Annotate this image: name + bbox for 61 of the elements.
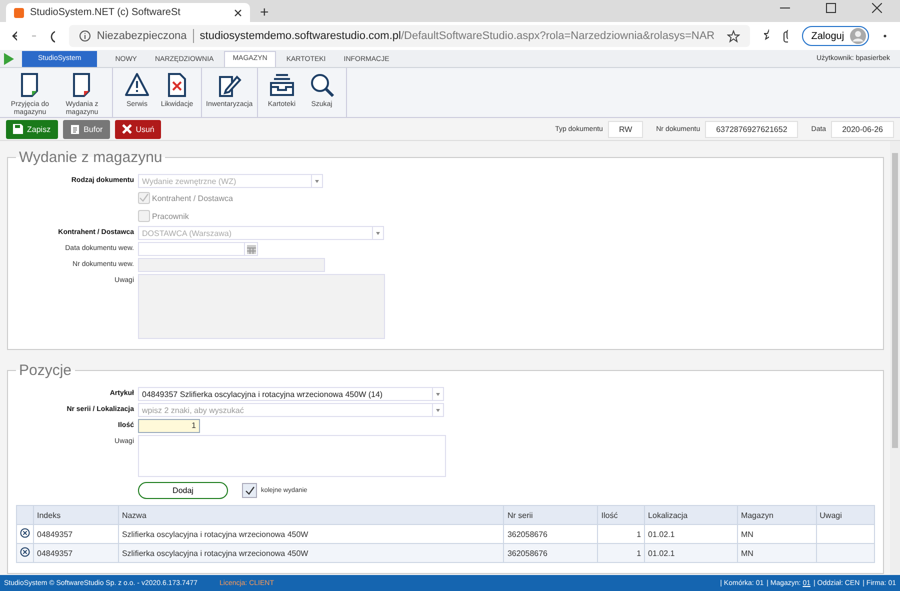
inbox-tray-icon [268, 72, 295, 98]
remove-icon[interactable] [20, 547, 30, 557]
document-info-value: 6372876927621652 [705, 120, 798, 138]
star-icon[interactable] [726, 30, 740, 42]
column-header: Indeks [37, 510, 61, 520]
checkbox[interactable] [242, 483, 257, 498]
save-button[interactable]: Zapisz [6, 120, 58, 138]
table-cell: 04849357 [37, 548, 73, 558]
new-tab-button[interactable]: + [260, 4, 269, 21]
section-title: Wydanie z magazynu [18, 149, 164, 166]
date-field[interactable] [138, 242, 245, 256]
play-icon[interactable] [4, 52, 14, 64]
scrollbar[interactable] [890, 141, 900, 575]
column-header: Nazwa [122, 510, 146, 520]
warning-icon [124, 72, 150, 98]
back-icon[interactable] [12, 30, 17, 42]
column-header: Magazyn [740, 510, 774, 520]
calendar-button[interactable] [245, 242, 258, 256]
quantity-field[interactable]: 1 [138, 419, 200, 433]
column-header: Lokalizacja [648, 510, 688, 520]
security-label: Niezabezpieczona [96, 30, 187, 42]
document-info-value: RW [608, 120, 644, 138]
calendar-icon [246, 244, 256, 254]
table-cell: 362058676 [507, 530, 548, 538]
address-bar[interactable]: Niezabezpieczona studiosystemdemo.softwarestudio.com.pl/DefaultSoftwareStudio.aspx?rola=Narzedziownia&rolasys=NAR [68, 25, 750, 47]
avatar-icon [850, 28, 866, 44]
search-icon [308, 72, 335, 98]
table-cell: 1 [636, 530, 642, 538]
table-cell: Szlifierka oscylacyjna i rotacyjna wrzecionowa 450W [122, 530, 308, 538]
checkbox-label: Pracownik [152, 212, 189, 220]
table-cell: MN [740, 548, 754, 558]
remove-icon[interactable] [20, 528, 30, 538]
close-icon [122, 124, 132, 134]
section-title: Pozycje [18, 362, 73, 379]
app-logo-icon [14, 8, 24, 18]
url-text: studiosystemdemo.softwarestudio.com.pl/DefaultSoftwareStudio.aspx?rola=Narzedziownia&rolasys=NAR [200, 30, 715, 42]
add-button[interactable]: Dodaj [138, 482, 228, 499]
maximize-icon[interactable] [826, 3, 836, 13]
browser-tab[interactable]: StudioSystem.NET (c) SoftwareSt [6, 3, 250, 22]
table-cell: 04849357 [37, 530, 73, 538]
table-cell: 1 [636, 548, 642, 558]
info-icon [78, 30, 91, 42]
column-header: Nr serii [507, 510, 533, 520]
table-cell: 01.02.1 [648, 548, 675, 558]
sign-in-button[interactable]: Zaloguj [802, 26, 870, 46]
notes-field[interactable] [138, 435, 446, 477]
table-cell: 01.02.1 [648, 530, 675, 538]
dropdown-field[interactable]: 04849357 Szlifierka oscylacyjna i rotacyjna wrzecionowa 450W (14) [138, 387, 444, 401]
close-icon[interactable] [234, 8, 242, 16]
column-header: Ilość [601, 510, 618, 520]
table-cell: 362058676 [507, 548, 548, 558]
document-info-value: 2020-06-26 [831, 120, 894, 138]
close-icon[interactable] [872, 3, 882, 13]
table-cell: Szlifierka oscylacyjna i rotacyjna wrzecionowa 450W [122, 548, 308, 558]
buffer-button[interactable]: Bufor [62, 120, 110, 138]
save-icon [13, 124, 23, 134]
delete-button[interactable]: Usuń [114, 120, 162, 138]
column-header: Uwagi [820, 510, 842, 520]
clipboard-icon [70, 124, 80, 134]
table-cell: MN [740, 530, 754, 538]
checkbox-label: Kontrahent / Dostawca [152, 194, 233, 202]
